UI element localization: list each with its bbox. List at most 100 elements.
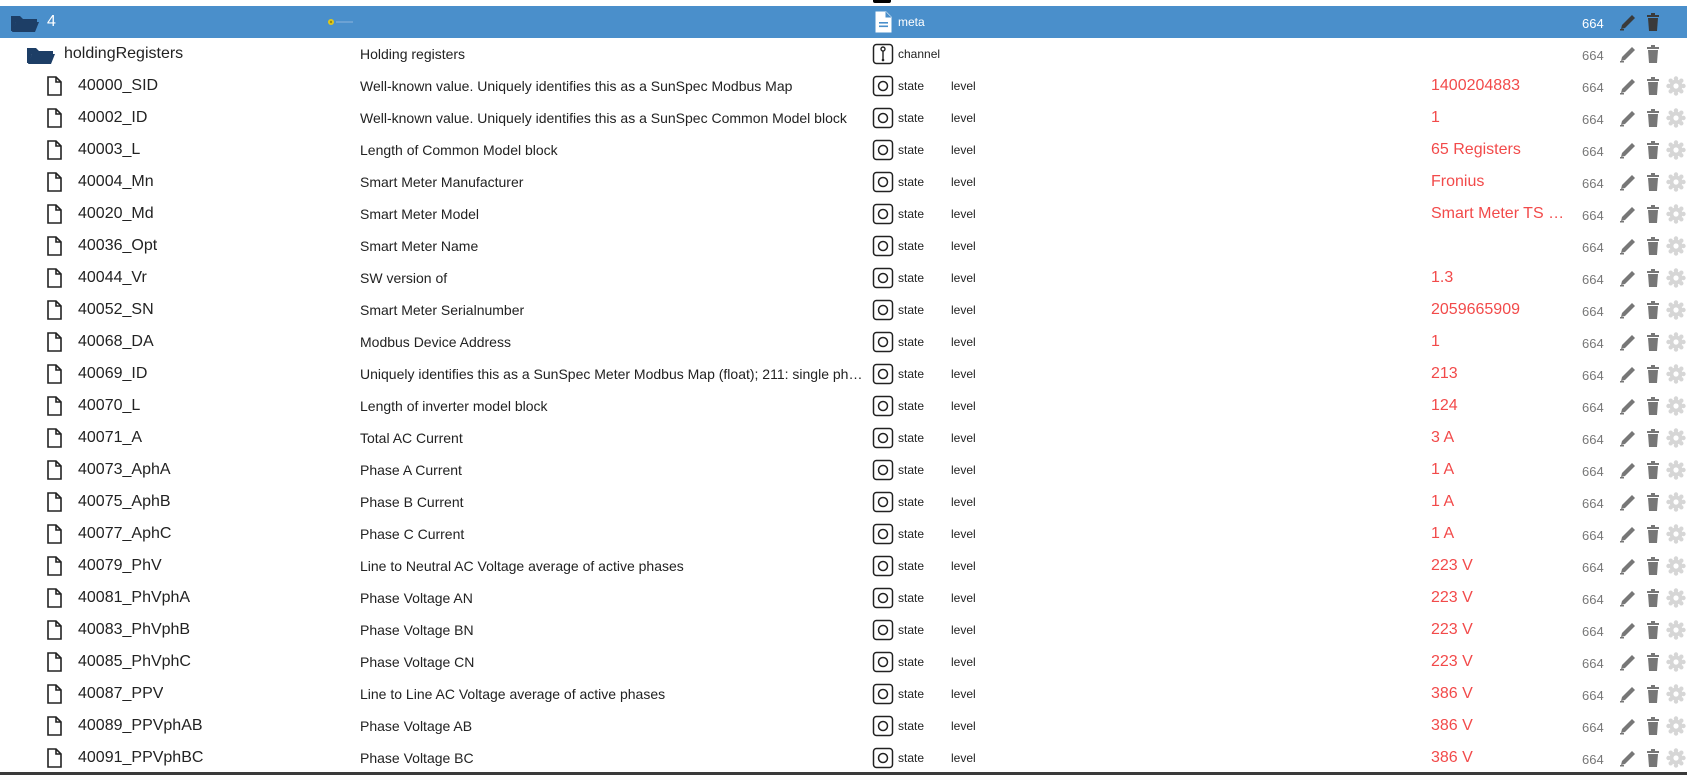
settings-gear-icon[interactable] bbox=[1666, 716, 1686, 736]
settings-gear-icon[interactable] bbox=[1666, 236, 1686, 256]
settings-gear-icon[interactable] bbox=[1666, 588, 1686, 608]
tree-state-row[interactable]: 40068_DA Modbus Device Address state level 1… bbox=[0, 326, 1687, 358]
file-icon[interactable] bbox=[46, 134, 62, 166]
row-value[interactable]: 223 V bbox=[1431, 582, 1566, 614]
file-icon[interactable] bbox=[46, 678, 62, 710]
row-value[interactable]: 1400204883 bbox=[1431, 70, 1566, 102]
file-icon[interactable] bbox=[46, 166, 62, 198]
settings-gear-icon[interactable] bbox=[1666, 268, 1686, 288]
row-value[interactable]: 223 V bbox=[1431, 614, 1566, 646]
edit-pencil-icon[interactable] bbox=[1618, 12, 1638, 32]
row-name[interactable]: 40003_L bbox=[78, 134, 140, 166]
delete-trash-icon[interactable] bbox=[1643, 428, 1663, 448]
row-value[interactable] bbox=[1431, 230, 1566, 262]
tree-state-row[interactable]: 40091_PPVphBC Phase Voltage BC state level 3… bbox=[0, 742, 1687, 774]
row-name[interactable]: 40069_ID bbox=[78, 358, 147, 390]
row-name[interactable]: 40083_PhVphB bbox=[78, 614, 190, 646]
delete-trash-icon[interactable] bbox=[1643, 716, 1663, 736]
settings-gear-icon[interactable] bbox=[1666, 492, 1686, 512]
settings-gear-icon[interactable] bbox=[1666, 172, 1686, 192]
row-value[interactable]: 213 bbox=[1431, 358, 1566, 390]
row-name[interactable]: 40089_PPVphAB bbox=[78, 710, 203, 742]
folder-open-icon[interactable] bbox=[10, 6, 40, 38]
edit-pencil-icon[interactable] bbox=[1618, 428, 1638, 448]
row-value[interactable] bbox=[1431, 38, 1566, 70]
settings-gear-icon[interactable] bbox=[1666, 108, 1686, 128]
tree-state-row[interactable]: 40073_AphA Phase A Current state level 1 A 66… bbox=[0, 454, 1687, 486]
row-name[interactable]: 40070_L bbox=[78, 390, 140, 422]
file-icon[interactable] bbox=[46, 70, 62, 102]
settings-gear-icon[interactable] bbox=[1666, 620, 1686, 640]
row-name[interactable]: 4 bbox=[47, 6, 56, 38]
tree-state-row[interactable]: 40070_L Length of inverter model block sta… bbox=[0, 390, 1687, 422]
settings-gear-icon[interactable] bbox=[1666, 76, 1686, 96]
file-icon[interactable] bbox=[46, 614, 62, 646]
row-value[interactable]: 386 V bbox=[1431, 678, 1566, 710]
file-icon[interactable] bbox=[46, 710, 62, 742]
tree-state-row[interactable]: 40075_AphB Phase B Current state level 1 A 66… bbox=[0, 486, 1687, 518]
file-icon[interactable] bbox=[46, 390, 62, 422]
row-value[interactable]: 1 A bbox=[1431, 486, 1566, 518]
edit-pencil-icon[interactable] bbox=[1618, 332, 1638, 352]
row-value[interactable]: 1 A bbox=[1431, 454, 1566, 486]
row-name[interactable]: 40044_Vr bbox=[78, 262, 147, 294]
tree-state-row[interactable]: 40004_Mn Smart Meter Manufacturer state lev… bbox=[0, 166, 1687, 198]
edit-pencil-icon[interactable] bbox=[1618, 492, 1638, 512]
edit-pencil-icon[interactable] bbox=[1618, 108, 1638, 128]
tree-state-row[interactable]: 40083_PhVphB Phase Voltage BN state level 22… bbox=[0, 614, 1687, 646]
tree-state-row[interactable]: 40079_PhV Line to Neutral AC Voltage aver… bbox=[0, 550, 1687, 582]
tree-state-row[interactable]: 40044_Vr SW version of state level 1.3 664 bbox=[0, 262, 1687, 294]
settings-gear-icon[interactable] bbox=[1666, 652, 1686, 672]
row-value[interactable]: 1 A bbox=[1431, 518, 1566, 550]
row-value[interactable]: 1 bbox=[1431, 102, 1566, 134]
edit-pencil-icon[interactable] bbox=[1618, 556, 1638, 576]
settings-gear-icon[interactable] bbox=[1666, 332, 1686, 352]
delete-trash-icon[interactable] bbox=[1643, 460, 1663, 480]
delete-trash-icon[interactable] bbox=[1643, 332, 1663, 352]
delete-trash-icon[interactable] bbox=[1643, 652, 1663, 672]
file-icon[interactable] bbox=[46, 518, 62, 550]
file-icon[interactable] bbox=[46, 102, 62, 134]
row-name[interactable]: 40079_PhV bbox=[78, 550, 162, 582]
tree-state-row[interactable]: 40089_PPVphAB Phase Voltage AB state level 3… bbox=[0, 710, 1687, 742]
row-name[interactable]: 40004_Mn bbox=[78, 166, 154, 198]
tree-folder-row[interactable]: holdingRegisters Holding registers channel… bbox=[0, 38, 1687, 70]
settings-gear-icon[interactable] bbox=[1666, 396, 1686, 416]
settings-gear-icon[interactable] bbox=[1666, 140, 1686, 160]
edit-pencil-icon[interactable] bbox=[1618, 76, 1638, 96]
settings-gear-icon[interactable] bbox=[1666, 364, 1686, 384]
row-name[interactable]: 40068_DA bbox=[78, 326, 154, 358]
tree-state-row[interactable]: 40069_ID Uniquely identifies this as a Su… bbox=[0, 358, 1687, 390]
file-icon[interactable] bbox=[46, 742, 62, 774]
tree-state-row[interactable]: 40085_PhVphC Phase Voltage CN state level 22… bbox=[0, 646, 1687, 678]
row-name[interactable]: 40020_Md bbox=[78, 198, 154, 230]
tree-state-row[interactable]: 40077_AphC Phase C Current state level 1 A 66… bbox=[0, 518, 1687, 550]
row-name[interactable]: 40075_AphB bbox=[78, 486, 171, 518]
file-icon[interactable] bbox=[46, 326, 62, 358]
edit-pencil-icon[interactable] bbox=[1618, 588, 1638, 608]
row-name[interactable]: 40000_SID bbox=[78, 70, 158, 102]
row-value[interactable]: 1 bbox=[1431, 326, 1566, 358]
row-name[interactable]: holdingRegisters bbox=[64, 38, 183, 70]
row-name[interactable]: 40087_PPV bbox=[78, 678, 163, 710]
edit-pencil-icon[interactable] bbox=[1618, 396, 1638, 416]
row-name[interactable]: 40073_AphA bbox=[78, 454, 171, 486]
file-icon[interactable] bbox=[46, 550, 62, 582]
tree-state-row[interactable]: 40003_L Length of Common Model block state… bbox=[0, 134, 1687, 166]
delete-trash-icon[interactable] bbox=[1643, 44, 1663, 64]
tree-state-row[interactable]: 40036_Opt Smart Meter Name state level 664 bbox=[0, 230, 1687, 262]
settings-gear-icon[interactable] bbox=[1666, 300, 1686, 320]
delete-trash-icon[interactable] bbox=[1643, 588, 1663, 608]
row-value[interactable]: 223 V bbox=[1431, 646, 1566, 678]
row-value[interactable]: 124 bbox=[1431, 390, 1566, 422]
row-name[interactable]: 40052_SN bbox=[78, 294, 154, 326]
delete-trash-icon[interactable] bbox=[1643, 76, 1663, 96]
delete-trash-icon[interactable] bbox=[1643, 492, 1663, 512]
delete-trash-icon[interactable] bbox=[1643, 108, 1663, 128]
tree-folder-row[interactable]: 4 meta 664 bbox=[0, 6, 1687, 38]
row-name[interactable]: 40077_AphC bbox=[78, 518, 171, 550]
settings-gear-icon[interactable] bbox=[1666, 748, 1686, 768]
edit-pencil-icon[interactable] bbox=[1618, 748, 1638, 768]
settings-gear-icon[interactable] bbox=[1666, 428, 1686, 448]
row-name[interactable]: 40002_ID bbox=[78, 102, 147, 134]
